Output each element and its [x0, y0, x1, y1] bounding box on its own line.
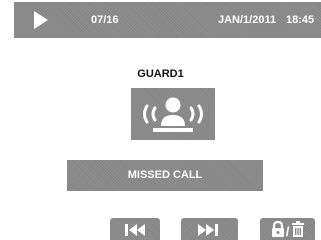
- caller-name: GUARD1: [137, 68, 184, 80]
- call-status-bar: MISSED CALL: [67, 160, 263, 191]
- guard-calling-icon: [143, 97, 203, 132]
- call-history-screen: 07/16 JAN/1/2011 18:45 GUARD1 MISSED CAL…: [0, 0, 321, 240]
- record-counter: 07/16: [91, 14, 119, 26]
- lock-delete-separator: /: [286, 224, 290, 239]
- lock-icon: [272, 220, 284, 237]
- skip-next-icon: [198, 224, 218, 236]
- guard-image: [131, 88, 215, 140]
- previous-button[interactable]: [110, 218, 160, 240]
- lock-delete-icons: /: [272, 220, 304, 239]
- record-date: JAN/1/2011: [218, 14, 277, 26]
- top-status-bar: 07/16 JAN/1/2011 18:45: [14, 2, 321, 38]
- next-button[interactable]: [181, 218, 238, 240]
- trash-icon: [292, 221, 304, 237]
- skip-previous-icon: [125, 224, 145, 236]
- play-icon[interactable]: [34, 11, 48, 29]
- lock-delete-button[interactable]: /: [260, 218, 315, 240]
- record-time: 18:45: [286, 14, 315, 26]
